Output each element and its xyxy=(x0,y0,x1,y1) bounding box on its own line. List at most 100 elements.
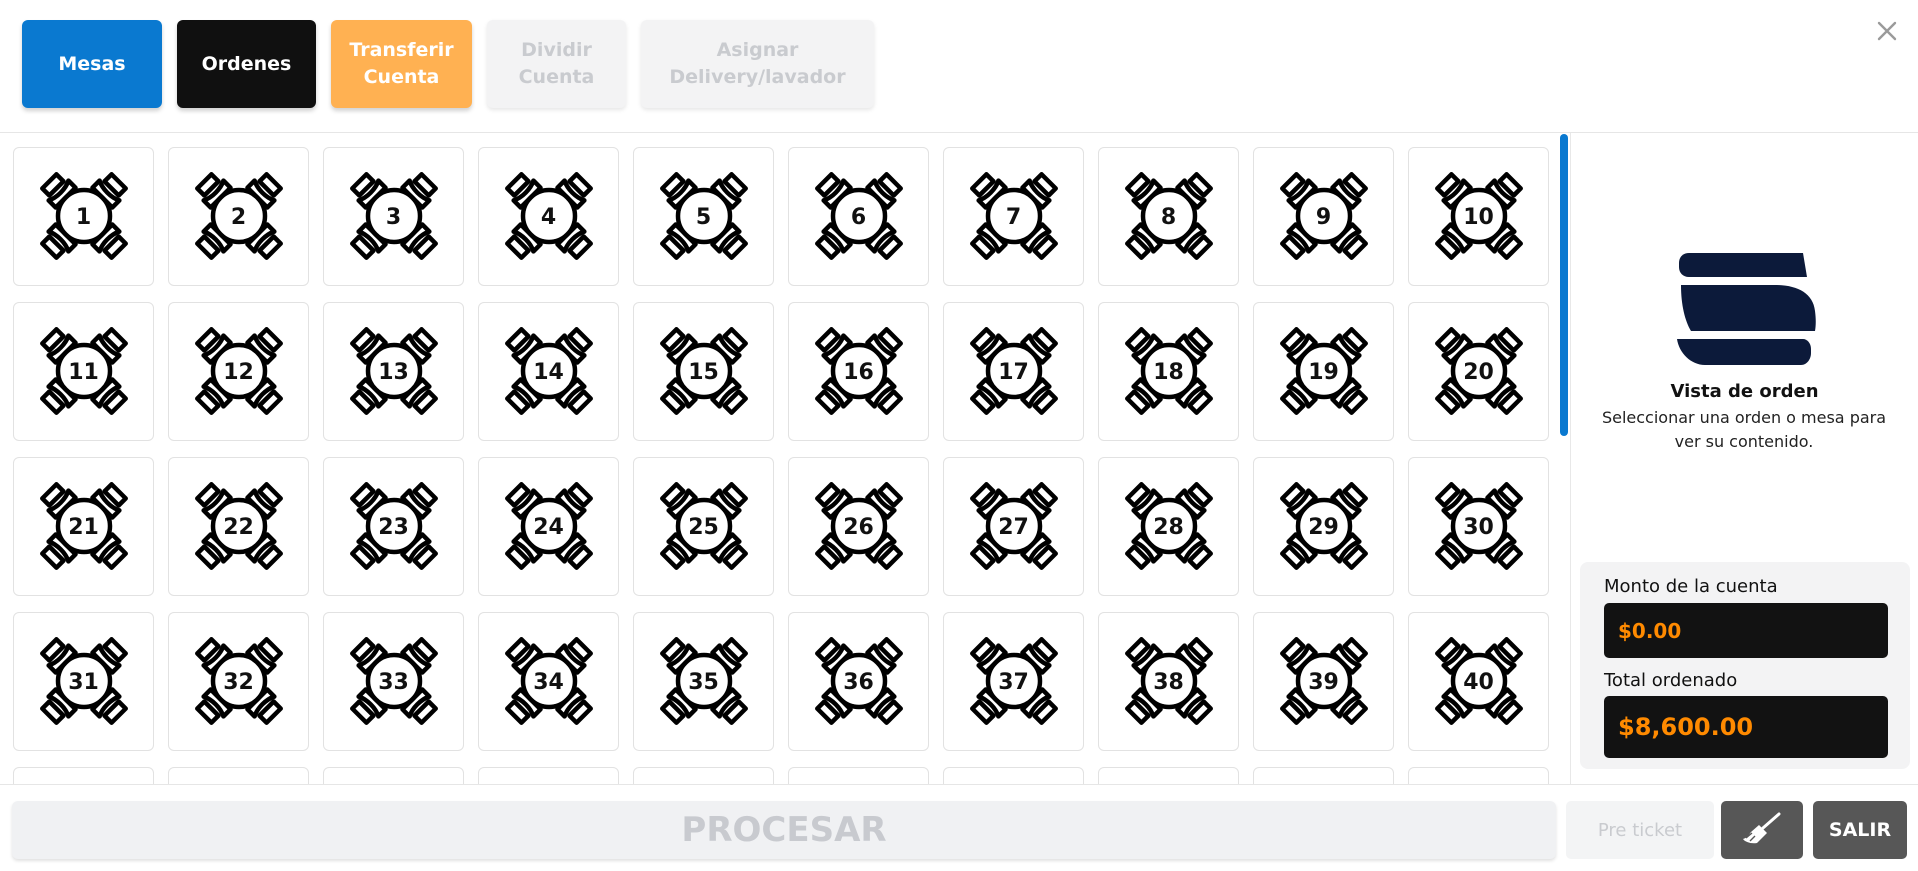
table-tile[interactable]: 29 xyxy=(1253,457,1394,596)
table-tile[interactable]: 2 xyxy=(168,147,309,286)
table-tile[interactable]: 7 xyxy=(943,147,1084,286)
table-tile[interactable]: 45 xyxy=(633,767,774,784)
table-tile[interactable]: 6 xyxy=(788,147,929,286)
table-tile[interactable]: 27 xyxy=(943,457,1084,596)
table-tile[interactable]: 9 xyxy=(1253,147,1394,286)
procesar-button[interactable]: PROCESAR xyxy=(12,801,1556,859)
table-tile[interactable]: 23 xyxy=(323,457,464,596)
total-label: Total ordenado xyxy=(1604,670,1738,691)
table-tile[interactable]: 38 xyxy=(1098,612,1239,751)
monto-value: $0.00 xyxy=(1604,603,1888,658)
table-tile[interactable]: 16 xyxy=(788,302,929,441)
table-number: 30 xyxy=(1463,515,1494,540)
table-tile[interactable]: 31 xyxy=(13,612,154,751)
table-tile[interactable]: 46 xyxy=(788,767,929,784)
table-tile[interactable]: 40 xyxy=(1408,612,1549,751)
table-tile[interactable]: 41 xyxy=(13,767,154,784)
mesas-button[interactable]: Mesas xyxy=(22,20,162,108)
table-tile[interactable]: 39 xyxy=(1253,612,1394,751)
table-tile[interactable]: 49 xyxy=(1253,767,1394,784)
table-tile[interactable]: 19 xyxy=(1253,302,1394,441)
table-tile[interactable]: 36 xyxy=(788,612,929,751)
table-tile[interactable]: 24 xyxy=(478,457,619,596)
table-tile[interactable]: 34 xyxy=(478,612,619,751)
table-tile[interactable]: 13 xyxy=(323,302,464,441)
table-tile[interactable]: 4 xyxy=(478,147,619,286)
table-number: 50 xyxy=(1409,768,1548,784)
table-number: 31 xyxy=(68,670,99,695)
table-number: 14 xyxy=(533,360,564,385)
order-view-title: Vista de orden xyxy=(1670,381,1819,402)
table-tile[interactable]: 28 xyxy=(1098,457,1239,596)
total-value: $8,600.00 xyxy=(1604,696,1888,758)
table-tile[interactable]: 10 xyxy=(1408,147,1549,286)
table-tile[interactable]: 33 xyxy=(323,612,464,751)
table-tile[interactable]: 8 xyxy=(1098,147,1239,286)
table-number: 20 xyxy=(1463,360,1494,385)
table-number: 8 xyxy=(1160,205,1177,230)
table-number: 49 xyxy=(1254,768,1393,784)
table-tile[interactable]: 25 xyxy=(633,457,774,596)
table-tile[interactable]: 11 xyxy=(13,302,154,441)
clear-button[interactable] xyxy=(1721,801,1803,859)
table-tile[interactable]: 50 xyxy=(1408,767,1549,784)
table-tile[interactable]: 30 xyxy=(1408,457,1549,596)
table-number: 36 xyxy=(843,670,874,695)
table-number: 2 xyxy=(230,205,247,230)
table-tile[interactable]: 17 xyxy=(943,302,1084,441)
table-number: 7 xyxy=(1005,205,1022,230)
table-number: 22 xyxy=(223,515,254,540)
table-tile[interactable]: 35 xyxy=(633,612,774,751)
top-toolbar: Mesas Ordenes Transferir Cuenta Dividir … xyxy=(0,0,1918,133)
asignar-delivery-button[interactable]: Asignar Delivery/lavador xyxy=(641,20,874,108)
table-number: 41 xyxy=(14,768,153,784)
table-tile[interactable]: 3 xyxy=(323,147,464,286)
broom-icon xyxy=(1741,811,1783,849)
order-view-description: Seleccionar una orden o mesa para ver su… xyxy=(1601,408,1887,451)
table-tile[interactable]: 26 xyxy=(788,457,929,596)
table-number: 39 xyxy=(1308,670,1339,695)
table-number: 28 xyxy=(1153,515,1184,540)
table-number: 13 xyxy=(378,360,409,385)
table-number: 45 xyxy=(634,768,773,784)
table-number: 5 xyxy=(695,205,712,230)
table-tile[interactable]: 18 xyxy=(1098,302,1239,441)
table-number: 18 xyxy=(1153,360,1184,385)
table-number: 19 xyxy=(1308,360,1339,385)
table-tile[interactable]: 44 xyxy=(478,767,619,784)
monto-label: Monto de la cuenta xyxy=(1604,576,1778,597)
table-tile[interactable]: 15 xyxy=(633,302,774,441)
table-number: 32 xyxy=(223,670,254,695)
table-tile[interactable]: 20 xyxy=(1408,302,1549,441)
table-number: 10 xyxy=(1463,205,1494,230)
table-number: 26 xyxy=(843,515,874,540)
table-tile[interactable]: 42 xyxy=(168,767,309,784)
table-tile[interactable]: 37 xyxy=(943,612,1084,751)
table-number: 44 xyxy=(479,768,618,784)
table-number: 21 xyxy=(68,515,99,540)
table-number: 6 xyxy=(850,205,867,230)
table-number: 48 xyxy=(1099,768,1238,784)
totals-box: Monto de la cuenta $0.00 Total ordenado … xyxy=(1580,562,1910,769)
tables-grid-area: 1 2 3 4 5 6 7 8 9 10 11 12 13 14 15 16 1… xyxy=(0,133,1560,784)
table-number: 12 xyxy=(223,360,254,385)
tables-scrollbar[interactable] xyxy=(1560,134,1568,436)
table-tile[interactable]: 32 xyxy=(168,612,309,751)
close-icon[interactable] xyxy=(1872,16,1902,46)
table-number: 34 xyxy=(533,670,564,695)
salir-button[interactable]: SALIR xyxy=(1813,801,1907,859)
transferir-cuenta-button[interactable]: Transferir Cuenta xyxy=(331,20,472,108)
table-tile[interactable]: 14 xyxy=(478,302,619,441)
table-tile[interactable]: 5 xyxy=(633,147,774,286)
table-tile[interactable]: 21 xyxy=(13,457,154,596)
table-tile[interactable]: 22 xyxy=(168,457,309,596)
table-tile[interactable]: 47 xyxy=(943,767,1084,784)
table-tile[interactable]: 43 xyxy=(323,767,464,784)
table-tile[interactable]: 12 xyxy=(168,302,309,441)
table-number: 47 xyxy=(944,768,1083,784)
table-tile[interactable]: 1 xyxy=(13,147,154,286)
ordenes-button[interactable]: Ordenes xyxy=(177,20,316,108)
pre-ticket-button[interactable]: Pre ticket xyxy=(1566,801,1714,859)
table-tile[interactable]: 48 xyxy=(1098,767,1239,784)
dividir-cuenta-button[interactable]: Dividir Cuenta xyxy=(487,20,626,108)
